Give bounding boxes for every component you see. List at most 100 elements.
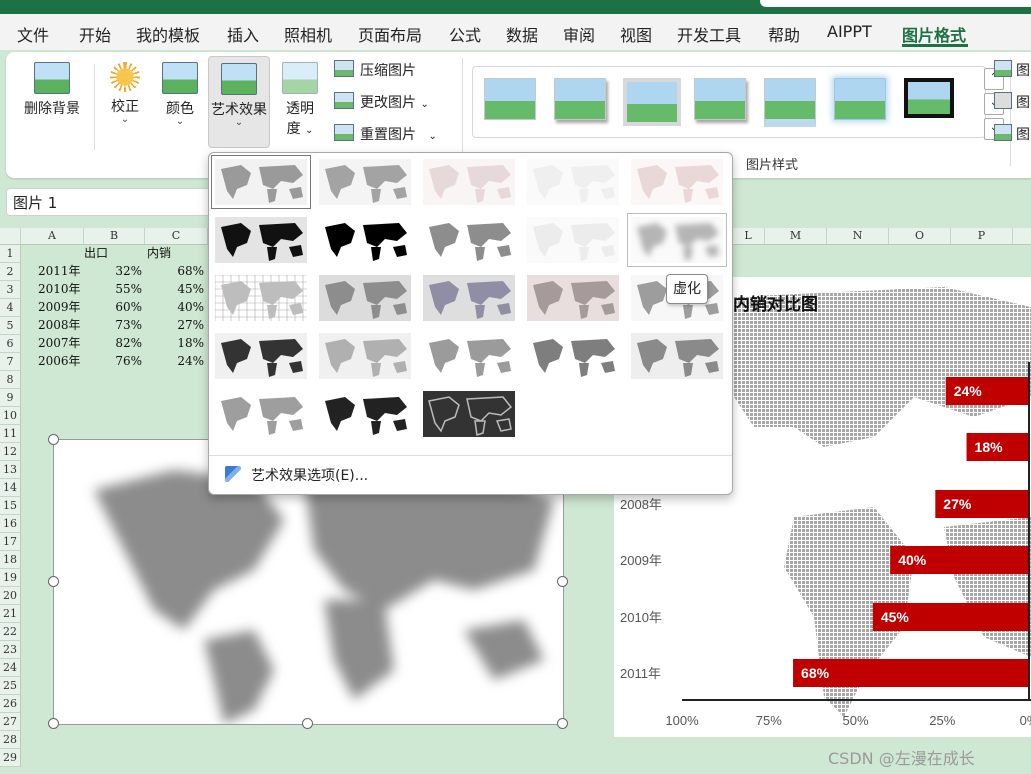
artistic-effect-option[interactable] [527,217,619,263]
picture-style-2[interactable] [554,78,606,120]
artistic-effect-option[interactable] [211,155,311,209]
row-header[interactable]: 9 [0,389,21,407]
row-header[interactable]: 25 [0,677,21,695]
row-header[interactable]: 14 [0,479,21,497]
picture-border-button[interactable]: 图 [994,60,1030,80]
row-header[interactable]: 28 [0,731,21,749]
domestic-cell[interactable]: 40% [146,299,204,316]
row-header[interactable]: 27 [0,713,21,731]
name-box[interactable]: 图片 1 [6,188,236,216]
row-header[interactable]: 19 [0,569,21,587]
select-all-corner[interactable] [0,228,21,245]
domestic-cell[interactable]: 45% [146,281,204,298]
artistic-effect-option[interactable] [631,333,723,379]
row-header[interactable]: 29 [0,749,21,767]
artistic-effect-option[interactable] [631,159,723,205]
picture-style-7[interactable] [904,78,954,118]
row-header[interactable]: 11 [0,425,21,443]
row-header[interactable]: 7 [0,353,21,371]
remove-background-button[interactable]: 删除背景 [20,62,84,118]
picture-style-5[interactable] [764,78,816,127]
artistic-effect-option[interactable] [215,275,307,321]
artistic-effect-option[interactable] [527,333,619,379]
export-cell[interactable]: 82% [84,335,142,352]
row-header[interactable]: 4 [0,299,21,317]
tab-picture-format[interactable]: 图片格式 [902,22,966,46]
picture-layout-button[interactable]: 图 [994,124,1030,144]
tab-review[interactable]: 审阅 [563,22,595,46]
column-header[interactable]: M [765,228,827,245]
tab-view[interactable]: 视图 [620,22,652,46]
resize-handle[interactable] [48,434,59,445]
tab-data[interactable]: 数据 [506,22,538,46]
column-header[interactable]: B [84,228,145,245]
picture-style-6[interactable] [834,78,886,120]
tab-file[interactable]: 文件 [17,22,49,46]
picture-style-1[interactable] [484,78,536,120]
domestic-cell[interactable]: 24% [146,353,204,370]
row-header[interactable]: 8 [0,371,21,389]
row-header[interactable]: 23 [0,641,21,659]
column-header[interactable]: P [951,228,1013,245]
tab-developer[interactable]: 开发工具 [677,22,741,46]
artistic-effects-button[interactable]: 艺术效果 ⌄ [208,56,270,148]
row-header[interactable]: 6 [0,335,21,353]
picture-effects-button[interactable]: 图 [994,92,1030,112]
artistic-effect-option[interactable] [319,333,411,379]
artistic-effect-option[interactable] [215,333,307,379]
artistic-effect-option[interactable] [319,391,411,437]
tab-aippt[interactable]: AIPPT [827,22,872,41]
picture-style-3[interactable] [623,78,681,126]
row-header[interactable]: 20 [0,587,21,605]
artistic-effects-options[interactable]: 艺术效果选项(E)... [225,465,368,485]
artistic-effect-option[interactable] [319,159,411,205]
domestic-cell[interactable]: 27% [146,317,204,334]
row-header[interactable]: 1 [0,245,21,263]
export-cell[interactable]: 76% [84,353,142,370]
row-header[interactable]: 16 [0,515,21,533]
artistic-effect-option[interactable] [215,391,307,437]
resize-handle[interactable] [302,718,313,729]
tab-help[interactable]: 帮助 [768,22,800,46]
artistic-effect-option[interactable] [423,275,515,321]
year-cell[interactable]: 2008年 [38,317,81,334]
artistic-effect-option[interactable] [319,275,411,321]
tab-camera[interactable]: 照相机 [284,22,332,46]
resize-handle[interactable] [48,576,59,587]
column-header[interactable]: A [21,228,84,245]
row-header[interactable]: 13 [0,461,21,479]
export-cell[interactable]: 73% [84,317,142,334]
artistic-effect-option[interactable] [627,213,727,267]
resize-handle[interactable] [557,718,568,729]
row-header[interactable]: 12 [0,443,21,461]
export-cell[interactable]: 32% [84,263,142,280]
export-cell[interactable]: 55% [84,281,142,298]
column-header[interactable]: C [145,228,208,245]
row-header[interactable]: 26 [0,695,21,713]
artistic-effect-option[interactable] [423,391,515,437]
row-header[interactable]: 3 [0,281,21,299]
year-cell[interactable]: 2007年 [38,335,81,352]
export-cell[interactable]: 60% [84,299,142,316]
artistic-effect-option[interactable] [527,159,619,205]
artistic-effect-option[interactable] [423,333,515,379]
column-header[interactable]: N [827,228,889,245]
row-header[interactable]: 5 [0,317,21,335]
artistic-effect-option[interactable] [319,217,411,263]
artistic-effect-option[interactable] [423,217,515,263]
row-header[interactable]: 17 [0,533,21,551]
year-cell[interactable]: 2006年 [38,353,81,370]
compress-pictures-button[interactable]: 压缩图片 [334,60,416,80]
change-picture-button[interactable]: 更改图片 ⌄ [334,92,429,112]
color-button[interactable]: 颜色 ⌄ [158,62,202,127]
row-header[interactable]: 24 [0,659,21,677]
year-cell[interactable]: 2011年 [38,263,81,280]
tab-home[interactable]: 开始 [79,22,111,46]
row-header[interactable]: 18 [0,551,21,569]
artistic-effect-option[interactable] [527,275,619,321]
transparency-button[interactable]: 透明 度 ⌄ [278,62,322,138]
domestic-cell[interactable]: 68% [146,263,204,280]
domestic-cell[interactable]: 18% [146,335,204,352]
year-cell[interactable]: 2009年 [38,299,81,316]
row-header[interactable]: 22 [0,623,21,641]
